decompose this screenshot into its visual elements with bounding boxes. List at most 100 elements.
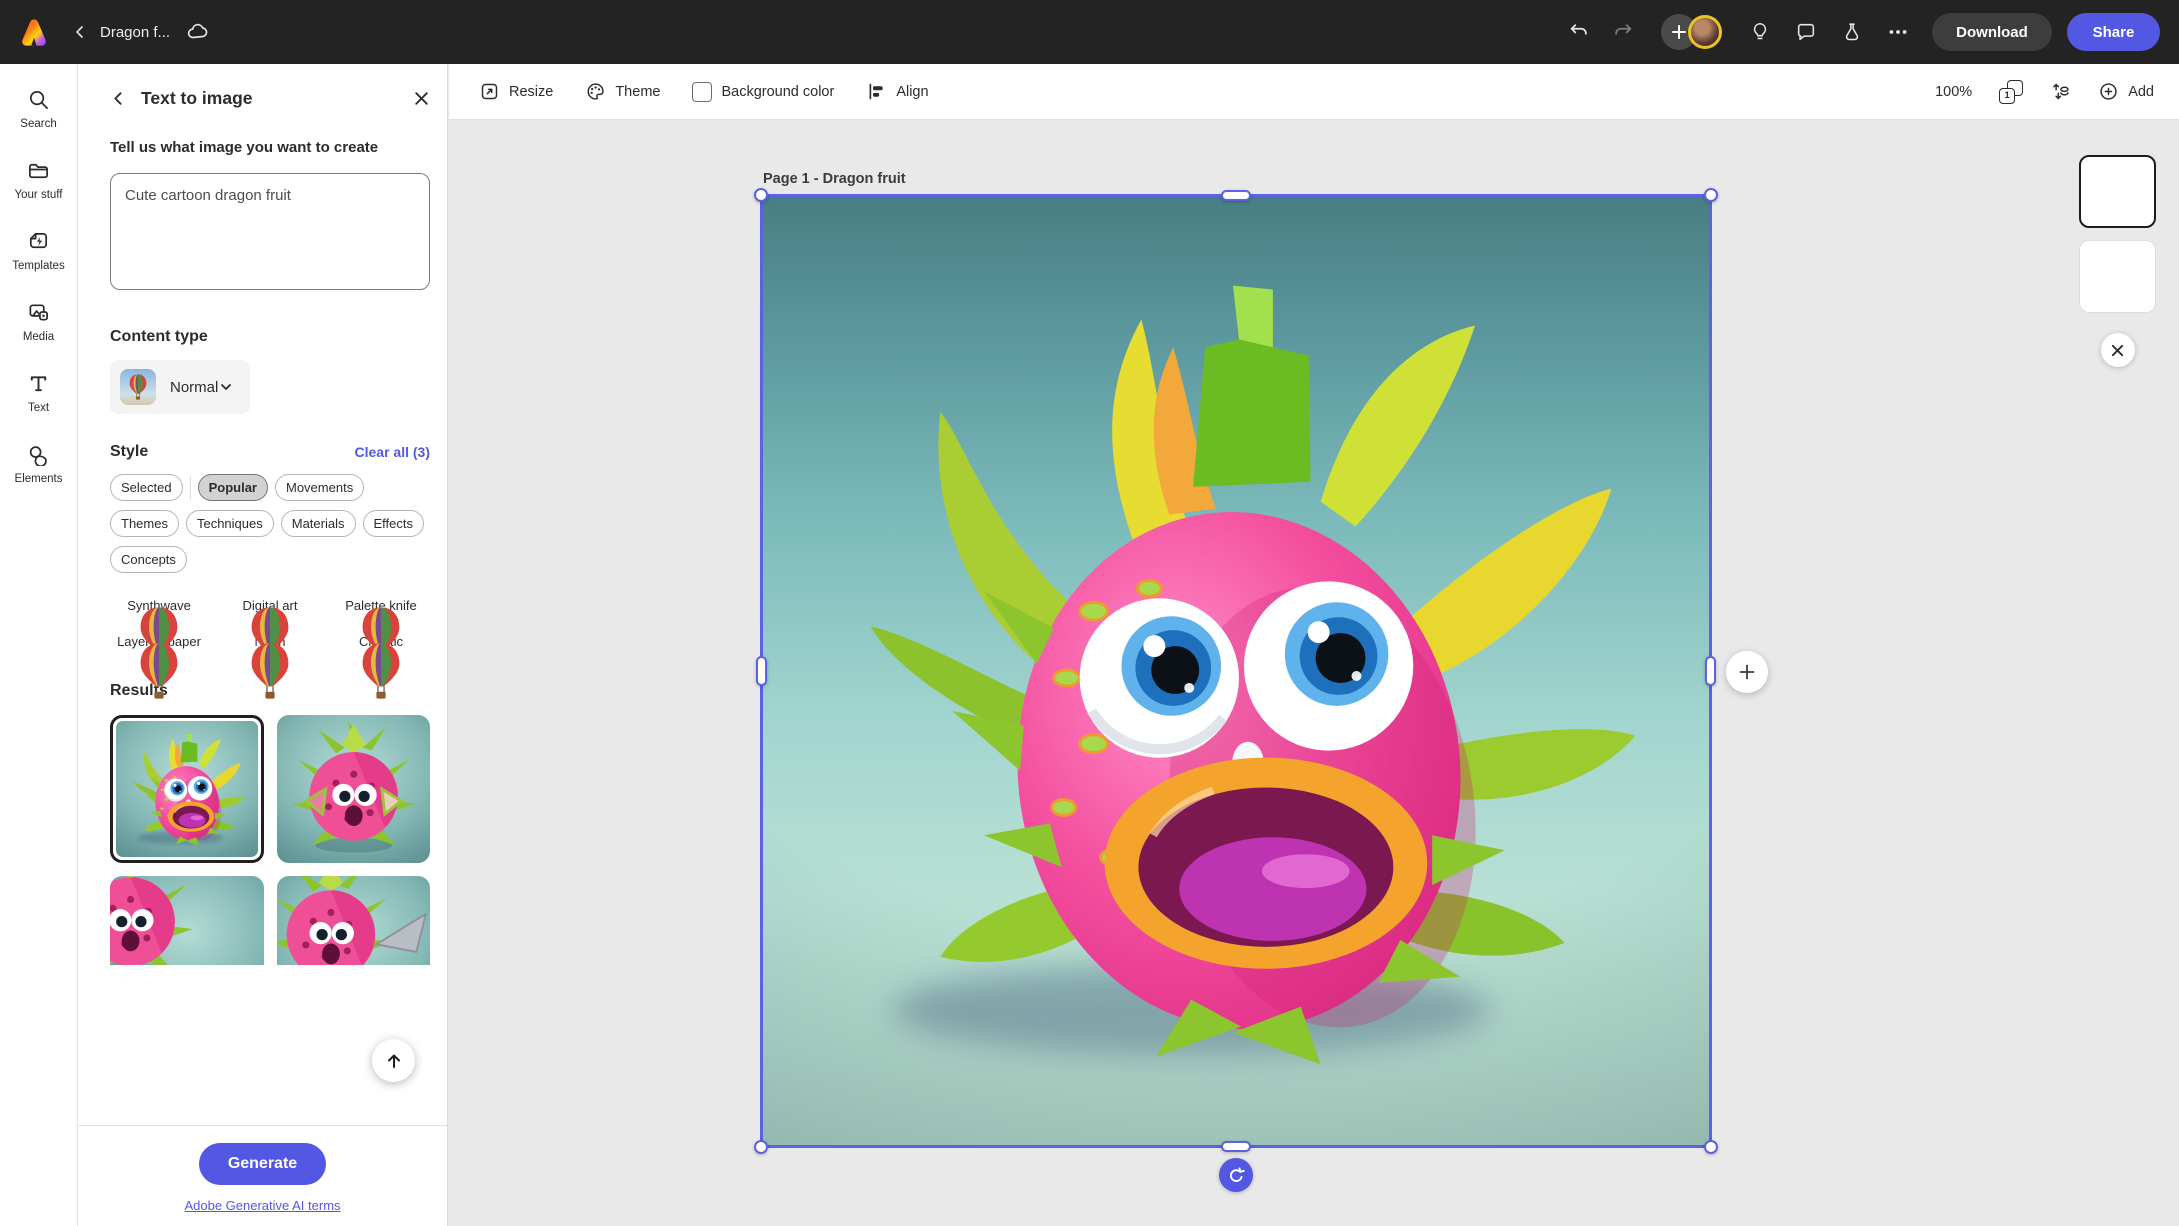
chip-concepts[interactable]: Concepts: [110, 546, 187, 573]
style-card-digital-art[interactable]: Digital art: [221, 591, 319, 613]
style-card-synthwave[interactable]: Synthwave: [110, 591, 208, 613]
sidebar-item-elements[interactable]: Elements: [0, 439, 77, 510]
style-heading: Style: [110, 443, 148, 461]
pages-rail: [2079, 155, 2156, 367]
share-button[interactable]: Share: [2067, 13, 2160, 51]
pages-overview-button[interactable]: 1: [1999, 80, 2023, 104]
sidebar-item-media[interactable]: Media: [0, 297, 77, 368]
document-title[interactable]: Dragon f...: [100, 24, 170, 41]
chip-divider: [190, 476, 191, 500]
beta-features-button[interactable]: [1840, 20, 1864, 44]
canvas-toolbar: Resize Theme Background color Align: [449, 64, 2179, 120]
sidebar-item-label: Elements: [15, 473, 63, 485]
generate-button[interactable]: Generate: [199, 1143, 326, 1185]
ellipsis-icon: [1887, 21, 1909, 43]
style-grid: Synthwave Digital art Palette knife Laye…: [110, 591, 430, 649]
selection-handle-left[interactable]: [756, 656, 767, 686]
align-button[interactable]: Align: [866, 81, 928, 102]
download-button[interactable]: Download: [1932, 13, 2052, 51]
panel-body: Text to image Tell us what image you wan…: [78, 64, 447, 1125]
selection-handle-top-left[interactable]: [754, 188, 768, 202]
result-thumbnail-3[interactable]: [110, 876, 264, 965]
back-button[interactable]: [72, 24, 88, 40]
redo-button[interactable]: [1611, 20, 1635, 44]
result-image: [277, 876, 431, 965]
results-clip: [110, 715, 430, 965]
selection-handle-bottom[interactable]: [1221, 1141, 1251, 1152]
sidebar-item-text[interactable]: Text: [0, 368, 77, 439]
resize-icon: [479, 81, 500, 102]
selection-handle-top[interactable]: [1221, 190, 1251, 201]
sidebar-item-label: Templates: [12, 260, 64, 272]
close-pages-rail-button[interactable]: [2101, 333, 2135, 367]
chip-popular[interactable]: Popular: [198, 474, 268, 501]
rotate-button[interactable]: [1219, 1158, 1253, 1192]
background-color-button[interactable]: Background color: [692, 82, 834, 102]
panel-close-button[interactable]: [413, 90, 430, 107]
reorder-pages-button[interactable]: [2050, 81, 2071, 102]
scroll-to-top-button[interactable]: [372, 1039, 415, 1082]
page-label[interactable]: Page 1 - Dragon fruit: [763, 171, 906, 187]
plus-icon: [1670, 23, 1688, 41]
style-filter-chips: Selected Popular Movements Themes Techni…: [110, 474, 430, 573]
plus-icon: [1737, 662, 1757, 682]
left-rail: Search Your stuff Templates Media Text: [0, 64, 78, 1226]
cloud-sync-icon[interactable]: [186, 20, 210, 44]
chip-movements[interactable]: Movements: [275, 474, 364, 501]
chip-themes[interactable]: Themes: [110, 510, 179, 537]
selection-handle-top-right[interactable]: [1704, 188, 1718, 202]
more-options-button[interactable]: [1886, 20, 1910, 44]
lightbulb-icon: [1749, 21, 1771, 43]
result-thumbnail-4[interactable]: [277, 876, 431, 965]
folder-icon: [27, 159, 50, 182]
selection-handle-right[interactable]: [1705, 656, 1716, 686]
selection-handle-bottom-right[interactable]: [1704, 1140, 1718, 1154]
page-thumbnail-2[interactable]: [2079, 240, 2156, 313]
page-thumbnail-1-selected[interactable]: [2079, 155, 2156, 228]
undo-button[interactable]: [1567, 20, 1591, 44]
zoom-level[interactable]: 100%: [1935, 84, 1972, 100]
chevron-down-icon: [218, 379, 234, 395]
style-card-palette-knife[interactable]: Palette knife: [332, 591, 430, 613]
avatar[interactable]: [1688, 15, 1722, 49]
content-type-value: Normal: [170, 379, 218, 396]
style-header-row: Style Clear all (3): [110, 443, 430, 461]
chip-effects[interactable]: Effects: [363, 510, 425, 537]
content-type-dropdown[interactable]: Normal: [110, 360, 250, 414]
panel-back-button[interactable]: [110, 90, 127, 107]
sidebar-item-your-stuff[interactable]: Your stuff: [0, 155, 77, 226]
sidebar-item-label: Media: [23, 331, 54, 343]
add-page-button[interactable]: [1726, 651, 1768, 693]
resize-button[interactable]: Resize: [479, 81, 553, 102]
content-type-heading: Content type: [110, 328, 430, 346]
panel-header: Text to image: [110, 88, 430, 109]
prompt-input[interactable]: Cute cartoon dragon fruit: [110, 173, 430, 290]
add-content-button[interactable]: Add: [2098, 81, 2154, 102]
theme-button[interactable]: Theme: [585, 81, 660, 102]
ideas-button[interactable]: [1748, 20, 1772, 44]
selection-handle-bottom-left[interactable]: [754, 1140, 768, 1154]
canvas-page[interactable]: [763, 197, 1709, 1145]
chip-selected[interactable]: Selected: [110, 474, 183, 501]
chip-techniques[interactable]: Techniques: [186, 510, 274, 537]
results-grid: [110, 715, 430, 965]
generative-ai-terms-link[interactable]: Adobe Generative AI terms: [184, 1198, 340, 1213]
chip-materials[interactable]: Materials: [281, 510, 356, 537]
sidebar-item-templates[interactable]: Templates: [0, 226, 77, 297]
result-image: [277, 715, 431, 863]
align-icon: [866, 81, 887, 102]
background-color-label: Background color: [721, 84, 834, 100]
theme-label: Theme: [615, 84, 660, 100]
clear-all-link[interactable]: Clear all (3): [355, 444, 430, 460]
text-to-image-panel: Text to image Tell us what image you wan…: [78, 64, 448, 1226]
result-thumbnail-1-selected[interactable]: [110, 715, 264, 863]
comments-button[interactable]: [1794, 20, 1818, 44]
page-number-badge: 1: [1999, 88, 2015, 104]
sidebar-item-search[interactable]: Search: [0, 84, 77, 155]
add-label: Add: [2128, 84, 2154, 100]
resize-label: Resize: [509, 84, 553, 100]
rotate-ccw-icon: [1227, 1166, 1246, 1185]
dragon-fruit-image: [763, 197, 1709, 1145]
adobe-express-logo[interactable]: [18, 16, 50, 48]
result-thumbnail-2[interactable]: [277, 715, 431, 863]
